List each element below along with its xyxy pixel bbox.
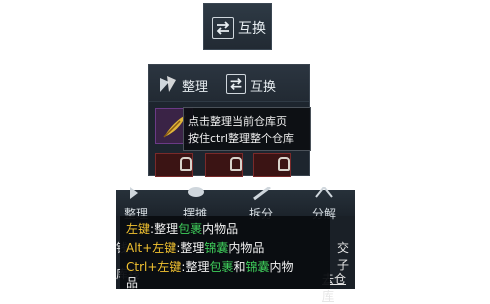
tooltip-line-left-click: 左键:整理包裹内物品	[126, 222, 239, 236]
item-slot-locked[interactable]	[253, 153, 291, 177]
jiaozi-label: 交子	[337, 241, 350, 272]
item-slot-locked[interactable]	[205, 153, 243, 177]
sort-icon	[128, 186, 148, 200]
lock-icon	[278, 157, 290, 171]
swap-button[interactable]: 互换	[203, 3, 272, 50]
swap-button-label[interactable]: 互换	[250, 76, 276, 95]
swap-label: 互换	[238, 21, 266, 37]
swap-arrows-icon	[212, 17, 234, 39]
bag-toolbar: 整理 摆摊 拆分 分解	[116, 185, 355, 221]
tidy-tooltip: 点击整理当前仓库页 按住ctrl整理整个仓库	[183, 107, 311, 151]
lock-icon	[180, 157, 192, 171]
bag-tooltip: 左键:整理包裹内物品 Alt+左键:整理锦囊内物品 Ctrl+左键:整理包裹和锦…	[120, 216, 330, 290]
sort-button-label[interactable]: 整理	[182, 76, 208, 95]
item-slot-locked[interactable]	[155, 153, 193, 177]
swap-arrows-icon[interactable]	[226, 74, 246, 94]
tooltip-line: 按住ctrl整理整个仓库	[188, 132, 294, 145]
tooltip-line: 点击整理当前仓库页	[188, 115, 287, 128]
decompose-icon	[314, 185, 334, 200]
tooltip-line-alt-click: Alt+左键:整理锦囊内物品	[126, 241, 265, 255]
warehouse-toolbar: 整理 互换	[149, 65, 309, 102]
sort-icon[interactable]	[157, 73, 179, 95]
bag-panel: 整理 摆摊 拆分 分解 钱 库钱 交子 去仓库 左键:整理包裹内物品 Alt+左…	[116, 185, 355, 303]
lock-icon	[230, 157, 242, 171]
split-icon	[252, 185, 272, 201]
stall-icon	[186, 186, 206, 200]
tooltip-line-wrap: 品	[126, 276, 139, 290]
tooltip-line-ctrl-click: Ctrl+左键:整理包裹和锦囊内物	[126, 260, 294, 274]
